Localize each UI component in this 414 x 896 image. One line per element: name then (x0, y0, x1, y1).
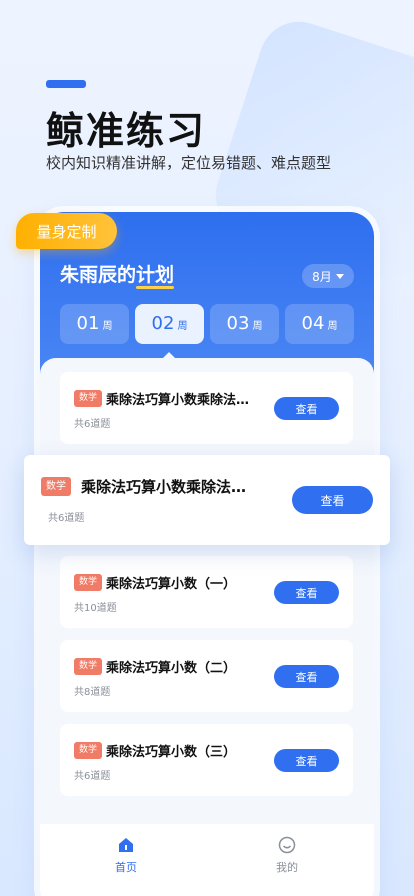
item-count: 共8道题 (74, 687, 111, 698)
subject-tag: 数学 (74, 658, 103, 675)
smile-icon (278, 836, 296, 854)
caret-down-icon (335, 273, 344, 279)
subject-tag: 数学 (74, 390, 103, 407)
tab-week-02[interactable]: 02 周 (135, 304, 204, 344)
plan-title-highlight: 计划 (136, 264, 175, 286)
list-item[interactable]: 数学 乘除法巧算小数（一） 共10道题 查看 (60, 556, 353, 628)
view-button[interactable]: 查看 (292, 486, 373, 514)
list-item[interactable]: 数学 乘除法巧算小数（三） 共6道题 查看 (60, 724, 353, 796)
phone-mockup: 朱雨辰的计划 8月 01 周 02 周 03 周 04 周 数学 乘除法巧算小数乘除法…… (40, 212, 374, 896)
list-item[interactable]: 数学 乘除法巧算小数（二） 共8道题 查看 (60, 640, 353, 712)
home-icon (119, 838, 133, 852)
hero-subtitle: 校内知识精准讲解，定位易错题、难点题型 (46, 154, 332, 172)
item-title: 乘除法巧算小数（三） (106, 745, 237, 760)
week-tabs: 01 周 02 周 03 周 04 周 (60, 304, 354, 344)
item-title: 乘除法巧算小数（一） (106, 577, 237, 592)
tab-week-04[interactable]: 04 周 (285, 304, 354, 344)
item-count: 共10道题 (74, 603, 117, 614)
item-title: 乘除法巧算小数乘除法… (106, 393, 250, 408)
month-selector[interactable]: 8月 (302, 264, 354, 288)
view-button[interactable]: 查看 (274, 397, 339, 420)
view-button[interactable]: 查看 (274, 581, 339, 604)
featured-list-item[interactable]: 数学 乘除法巧算小数乘除法… 共6道题 查看 (24, 455, 390, 545)
list-item[interactable]: 数学 乘除法巧算小数乘除法… 共6道题 查看 (60, 372, 353, 444)
bottom-tab-bar: 首页 我的 (40, 824, 374, 896)
active-week-caret (162, 352, 176, 359)
view-button[interactable]: 查看 (274, 665, 339, 688)
subject-tag: 数学 (41, 477, 71, 496)
exercise-list: 数学 乘除法巧算小数乘除法… 共6道题 查看 数学 乘除法巧算小数（一） 共10… (40, 358, 374, 896)
month-label: 8月 (312, 269, 332, 284)
tab-home[interactable]: 首页 (86, 836, 166, 875)
tab-home-label: 首页 (115, 861, 137, 874)
tab-week-03[interactable]: 03 周 (210, 304, 279, 344)
item-title: 乘除法巧算小数乘除法… (81, 478, 247, 496)
subject-tag: 数学 (74, 742, 103, 759)
item-count: 共6道题 (74, 419, 111, 430)
tab-week-01[interactable]: 01 周 (60, 304, 129, 344)
subject-tag: 数学 (74, 574, 103, 591)
item-count: 共6道题 (74, 771, 111, 782)
plan-title: 朱雨辰的计划 (60, 264, 175, 286)
tab-mine-label: 我的 (276, 861, 298, 874)
view-button[interactable]: 查看 (274, 749, 339, 772)
customized-badge: 量身定制 (16, 213, 117, 249)
item-title: 乘除法巧算小数（二） (106, 661, 237, 676)
hero-title: 鲸准练习 (46, 109, 207, 153)
item-count: 共6道题 (48, 513, 85, 524)
accent-bar (46, 80, 86, 88)
tab-mine[interactable]: 我的 (247, 836, 327, 875)
